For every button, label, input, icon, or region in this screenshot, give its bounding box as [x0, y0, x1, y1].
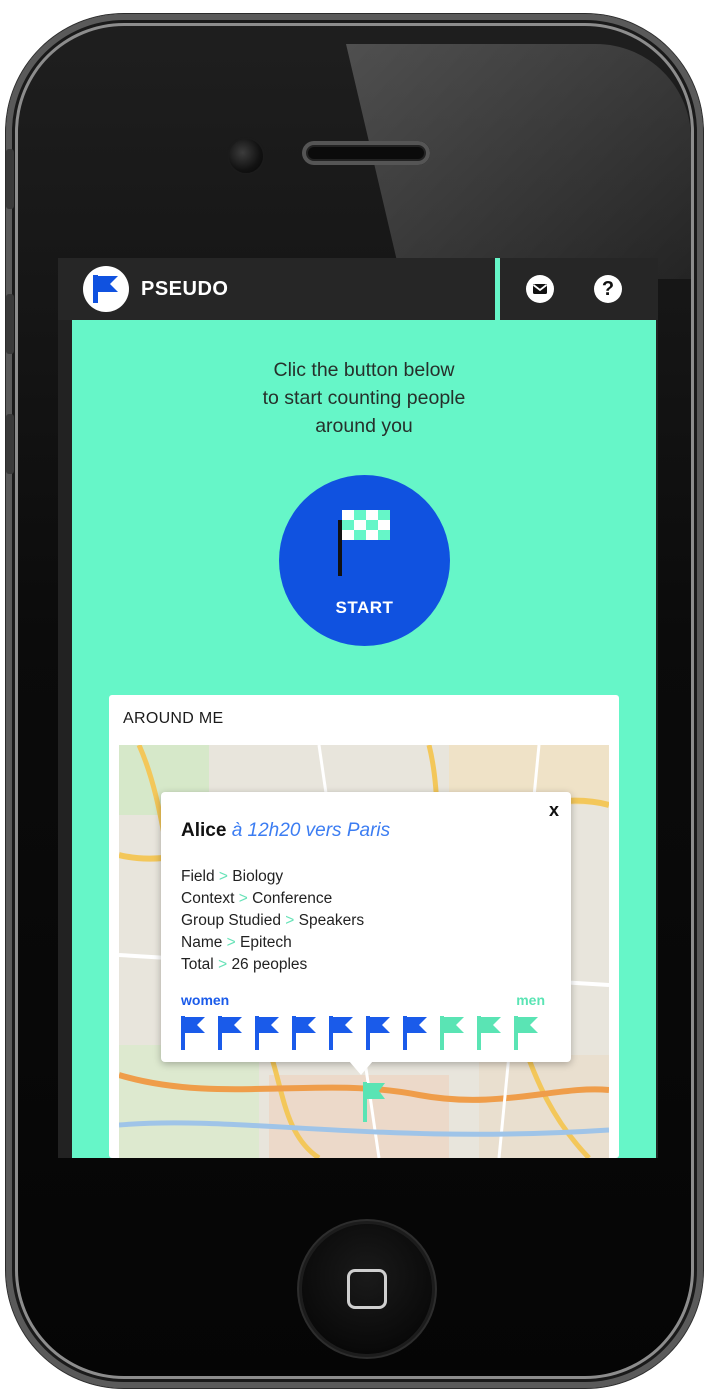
header-divider	[495, 258, 500, 320]
around-me-title: AROUND ME	[123, 710, 224, 727]
intro-text: Clic the button below to start counting …	[72, 356, 656, 440]
home-button[interactable]	[302, 1224, 432, 1354]
detail-key: Total	[181, 956, 214, 973]
person-name: Alice	[181, 820, 227, 841]
man-flag-icon	[514, 1016, 538, 1050]
detail-separator: >	[285, 912, 295, 929]
flag-logo-icon	[93, 275, 118, 303]
volume-down-button	[6, 414, 14, 474]
person-popup: x Alice à 12h20 vers Paris Field > Biolo…	[161, 792, 571, 1062]
detail-value: Epitech	[240, 934, 292, 951]
close-button[interactable]: x	[549, 800, 559, 821]
intro-line-3: around you	[315, 415, 413, 437]
detail-row: Name > Epitech	[181, 932, 364, 954]
man-flag-icon	[440, 1016, 464, 1050]
detail-separator: >	[218, 868, 228, 885]
woman-flag-icon	[329, 1016, 353, 1050]
map-view[interactable]: x Alice à 12h20 vers Paris Field > Biolo…	[119, 745, 609, 1158]
detail-key: Context	[181, 890, 235, 907]
main-content: Clic the button below to start counting …	[72, 320, 656, 1158]
popup-pointer	[349, 1061, 373, 1075]
detail-value: Speakers	[298, 912, 365, 929]
volume-up-button	[6, 294, 14, 354]
man-flag-icon	[477, 1016, 501, 1050]
detail-row: Group Studied > Speakers	[181, 910, 364, 932]
detail-key: Field	[181, 868, 215, 885]
detail-separator: >	[238, 890, 248, 907]
app-name: PSEUDO	[141, 278, 229, 300]
detail-row: Total > 26 peoples	[181, 954, 364, 976]
woman-flag-icon	[366, 1016, 390, 1050]
woman-flag-icon	[255, 1016, 279, 1050]
question-mark-icon: ?	[601, 278, 615, 300]
person-details: Field > Biology Context > Conference Gro…	[181, 866, 364, 976]
envelope-icon	[532, 284, 548, 294]
app-header: PSEUDO ?	[58, 258, 658, 320]
detail-separator: >	[218, 956, 228, 973]
woman-flag-icon	[218, 1016, 242, 1050]
woman-flag-icon	[181, 1016, 205, 1050]
detail-separator: >	[226, 934, 236, 951]
home-square-icon	[347, 1269, 387, 1309]
detail-row: Context > Conference	[181, 888, 364, 910]
mute-switch	[6, 149, 14, 209]
help-button[interactable]: ?	[594, 275, 622, 303]
woman-flag-icon	[403, 1016, 427, 1050]
intro-line-1: Clic the button below	[273, 359, 455, 381]
start-button[interactable]: START	[279, 475, 450, 646]
gender-flag-row	[181, 1016, 551, 1050]
around-me-panel: AROUND ME x Alice à 12h20 vers Paris Fie…	[109, 695, 619, 1158]
app-screen: PSEUDO ? Clic the button below to start …	[58, 258, 658, 1158]
intro-line-2: to start counting people	[262, 387, 466, 409]
earpiece-speaker	[302, 141, 430, 165]
popup-header: Alice à 12h20 vers Paris	[181, 820, 390, 842]
app-logo[interactable]	[83, 266, 129, 312]
detail-value: Biology	[232, 868, 284, 885]
detail-value: 26 peoples	[231, 956, 308, 973]
detail-key: Group Studied	[181, 912, 281, 929]
men-label: men	[516, 992, 545, 1008]
detail-row: Field > Biology	[181, 866, 364, 888]
detail-value: Conference	[252, 890, 333, 907]
person-location-time: à 12h20 vers Paris	[231, 820, 391, 841]
detail-key: Name	[181, 934, 223, 951]
checkered-flag-icon	[338, 510, 390, 576]
mail-button[interactable]	[526, 275, 554, 303]
start-button-label: START	[335, 598, 394, 617]
front-camera	[229, 139, 263, 173]
women-label: women	[181, 992, 230, 1008]
woman-flag-icon	[292, 1016, 316, 1050]
